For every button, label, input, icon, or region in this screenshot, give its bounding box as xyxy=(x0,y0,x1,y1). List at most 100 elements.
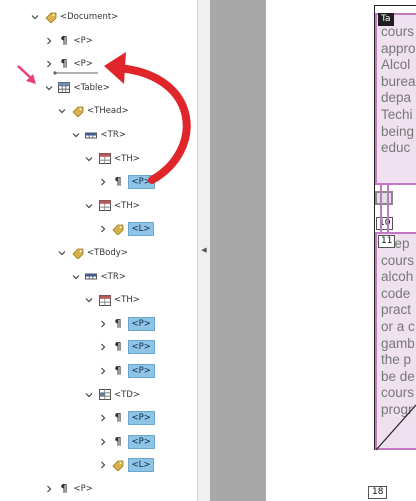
tag-tree-label: <P> xyxy=(127,340,155,355)
cell1-text-line: Techi xyxy=(381,106,413,122)
chevron-right-icon[interactable] xyxy=(44,35,54,47)
chevron-right-icon[interactable] xyxy=(98,341,108,353)
tag-tree-row[interactable]: <Table> xyxy=(44,79,110,97)
chevron-down-icon[interactable] xyxy=(30,11,40,23)
table-cell-highlight-2[interactable]: ccepcoursalcohcodepractor a cgambthe pbe… xyxy=(375,232,416,450)
cell2-text-line: or a c xyxy=(381,318,415,334)
tag-tree-row[interactable]: ¶ <P> xyxy=(98,173,155,191)
cell1-text-line: Alcol xyxy=(381,57,411,73)
tag-tree-label: <P> xyxy=(127,364,155,378)
paragraph-icon: ¶ xyxy=(114,364,122,377)
chevron-down-icon[interactable] xyxy=(57,105,67,117)
tag-tree-row[interactable]: <TD> xyxy=(84,386,140,404)
document-view: cours appro Alcol burea depa Techi being educ T… xyxy=(266,0,416,501)
tag-tree-row[interactable]: <Document> xyxy=(30,8,118,26)
tag-tree-row[interactable]: <TR> xyxy=(71,126,126,144)
tag-tree-row[interactable]: ¶ <P> xyxy=(44,32,93,50)
chevron-right-icon[interactable] xyxy=(98,223,108,235)
chevron-down-icon[interactable] xyxy=(57,247,67,259)
tag-tree-label: <TD> xyxy=(114,389,140,400)
chevron-right-icon[interactable] xyxy=(44,483,54,495)
tag-tree-row[interactable]: ¶ <P> xyxy=(44,55,93,73)
collapse-panel-icon[interactable]: ◀ xyxy=(200,246,208,256)
cell1-text-line: depa xyxy=(381,90,412,106)
tag-icon xyxy=(112,223,125,235)
chevron-down-icon[interactable] xyxy=(44,82,54,94)
cell2-text-line: cours xyxy=(381,252,415,268)
chevron-right-icon[interactable] xyxy=(98,365,108,377)
chevron-right-icon[interactable] xyxy=(98,459,108,471)
tag-tree-label: <P> xyxy=(127,175,155,190)
chevron-right-icon[interactable] xyxy=(98,318,108,330)
tag-tree-row[interactable]: ¶ <P> xyxy=(98,433,155,451)
table-cell-text-1: cours appro Alcol burea depa Techi being educ xyxy=(377,15,416,157)
table-row-icon xyxy=(85,271,98,283)
chevron-right-icon[interactable] xyxy=(98,176,108,188)
tag-tree-label: <L> xyxy=(127,222,155,237)
row-separator-box xyxy=(375,191,393,205)
chevron-down-icon[interactable] xyxy=(84,153,94,165)
cell2-text-line: progr xyxy=(381,401,413,417)
page-number-badge: 18 xyxy=(368,486,388,499)
tag-tree-label: <TBody> xyxy=(87,248,128,258)
tag-icon xyxy=(44,11,57,23)
cell2-text-line: pract xyxy=(381,302,412,318)
table-row-icon xyxy=(85,129,98,141)
tag-tree-label: <TH> xyxy=(114,153,140,164)
table-cell-highlight-1[interactable]: cours appro Alcol burea depa Techi being educ xyxy=(375,13,416,185)
tag-tree-label: <P> xyxy=(73,35,93,46)
tag-tree-label: <P> xyxy=(127,411,155,426)
chevron-down-icon[interactable] xyxy=(84,294,94,306)
paragraph-icon: ¶ xyxy=(114,434,122,448)
paragraph-icon: ¶ xyxy=(60,57,68,71)
table-header-cell-icon xyxy=(98,294,111,306)
document-gutter xyxy=(210,0,266,501)
tag-tree-row[interactable]: ¶ <P> xyxy=(98,409,155,427)
paragraph-icon: ¶ xyxy=(60,482,68,495)
paragraph-icon: ¶ xyxy=(60,33,68,47)
tag-tree-label: <P> xyxy=(73,59,93,70)
tag-tree-row[interactable]: <THead> xyxy=(57,102,129,120)
tag-tree-label: <THead> xyxy=(87,106,129,117)
chevron-down-icon[interactable] xyxy=(71,129,81,141)
table-header-cell-icon xyxy=(98,200,111,212)
tag-tree-row[interactable]: ¶ <P> xyxy=(98,362,155,380)
tag-tree-row[interactable]: <TH> xyxy=(84,291,140,309)
tag-tree-row[interactable]: <L> xyxy=(98,220,155,238)
tag-badge-11[interactable]: 11 xyxy=(378,235,396,248)
tag-tree-label: <L> xyxy=(127,458,155,473)
paragraph-icon: ¶ xyxy=(114,316,122,330)
chevron-down-icon[interactable] xyxy=(71,271,81,283)
tag-badge-10[interactable]: 10 xyxy=(376,217,394,230)
tag-tree-label: <P> xyxy=(127,316,155,331)
tag-tree-row[interactable]: <L> xyxy=(98,456,155,474)
tag-tree-row[interactable]: ¶ <P> xyxy=(44,480,93,498)
cell2-text-line: code xyxy=(381,285,411,301)
table-tag-badge[interactable]: Ta xyxy=(378,13,394,26)
paragraph-icon: ¶ xyxy=(114,411,122,425)
chevron-right-icon[interactable] xyxy=(98,436,108,448)
cell1-text-line: educ xyxy=(381,140,411,156)
chevron-down-icon[interactable] xyxy=(84,200,94,212)
table-icon xyxy=(58,82,71,94)
table-data-cell-icon xyxy=(98,389,111,401)
tag-tree-label: <TR> xyxy=(100,271,126,282)
cell2-text-line: alcoh xyxy=(381,269,414,285)
tag-icon xyxy=(71,247,84,259)
tag-tree-row[interactable]: <TH> xyxy=(84,197,140,215)
chevron-down-icon[interactable] xyxy=(84,389,94,401)
tag-tree-row[interactable]: ¶ <P> xyxy=(98,315,155,333)
cell2-text-line: the p xyxy=(381,352,412,368)
tag-tree-row[interactable]: <TH> xyxy=(84,150,140,168)
cell1-text-line: burea xyxy=(381,73,416,89)
chevron-right-icon[interactable] xyxy=(98,412,108,424)
panel-divider[interactable]: ◀ xyxy=(197,0,210,501)
tag-tree-row[interactable]: <TR> xyxy=(71,268,126,286)
tag-tree-row[interactable]: <TBody> xyxy=(57,244,128,262)
chevron-right-icon[interactable] xyxy=(44,58,54,70)
tags-panel: <Document> ¶ <P> ¶ <P> <Table> <THead> <TR> <TH>… xyxy=(0,0,197,501)
cell1-text-line: being xyxy=(381,123,415,139)
cell2-text-line: be de xyxy=(381,368,415,384)
tag-tree-row[interactable]: ¶ <P> xyxy=(98,338,155,356)
paragraph-icon: ¶ xyxy=(114,340,122,354)
